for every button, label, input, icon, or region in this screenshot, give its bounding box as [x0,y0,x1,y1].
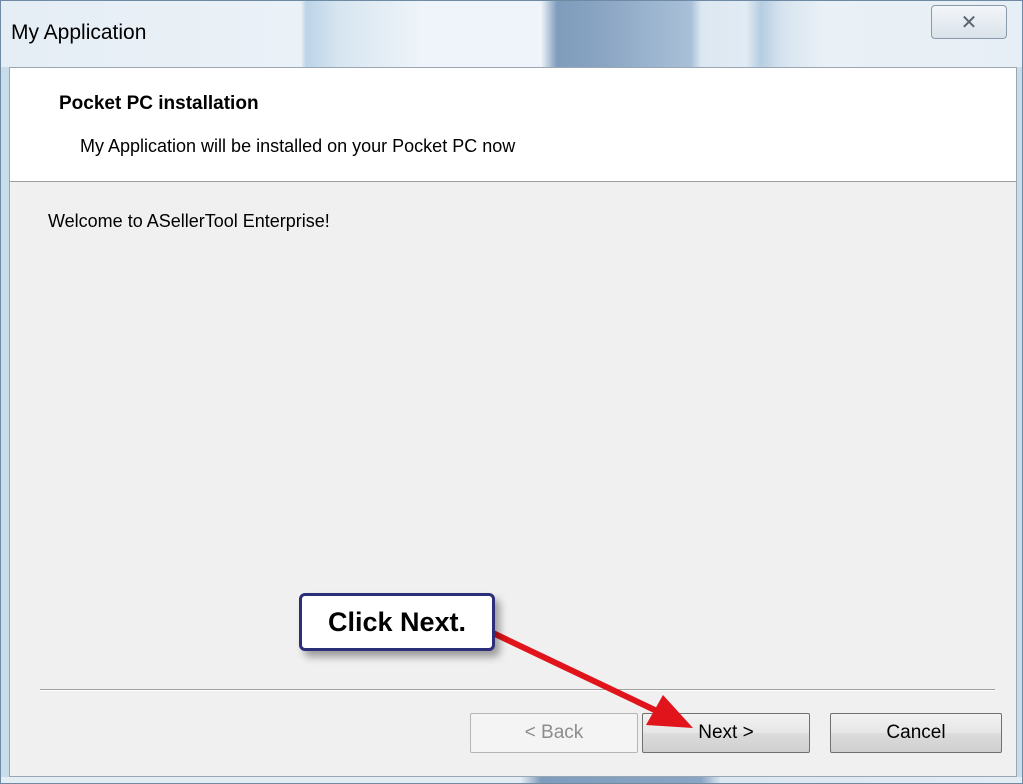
back-button[interactable]: < Back [470,713,638,753]
click-next-callout: Click Next. [299,593,495,651]
close-icon: ✕ [960,11,978,34]
header-panel: Pocket PC installation My Application wi… [10,68,1016,182]
page-title: Pocket PC installation [59,93,259,114]
window-title: My Application [11,21,147,44]
page-subtitle: My Application will be installed on your… [80,136,516,156]
title-bar[interactable]: My Application ✕ [1,1,1022,67]
welcome-message: Welcome to ASellerTool Enterprise! [48,211,330,231]
window-bottom-frame [1,777,1022,783]
footer-divider [40,689,995,691]
dialog-client-area: Pocket PC installation My Application wi… [9,67,1017,777]
close-button[interactable]: ✕ [931,5,1007,39]
installer-window: My Application ✕ Pocket PC installation … [0,0,1023,784]
cancel-button[interactable]: Cancel [830,713,1002,753]
next-button[interactable]: Next > [642,713,810,753]
